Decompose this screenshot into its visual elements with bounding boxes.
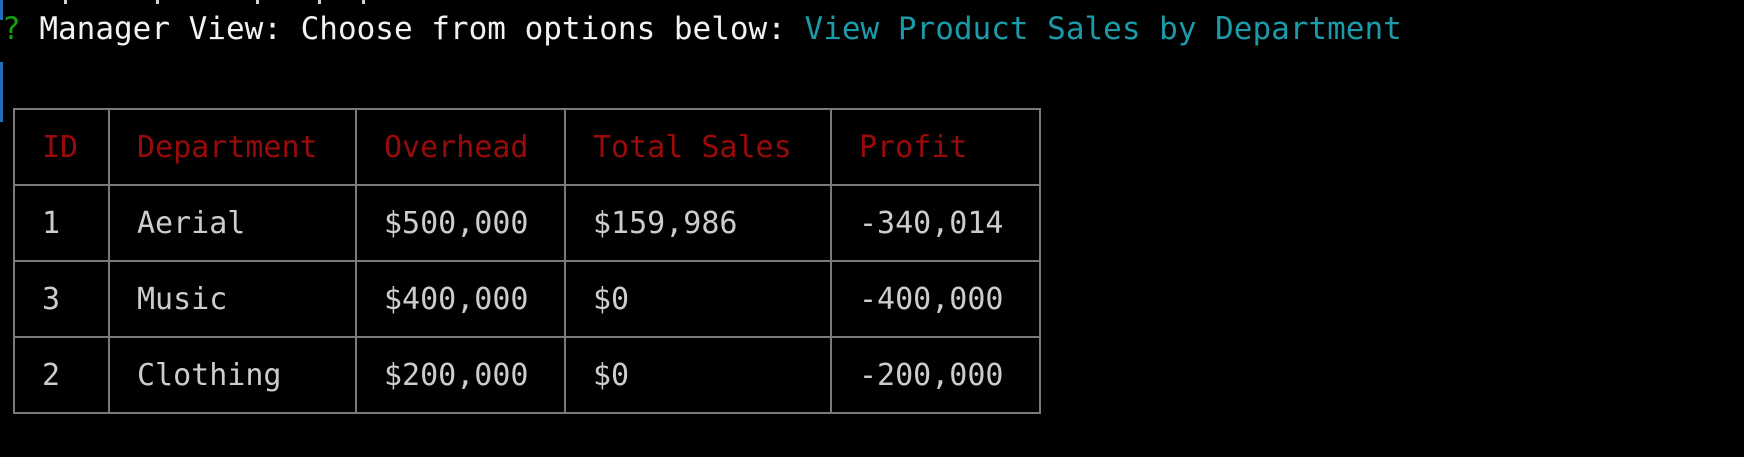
header-total-sales: Total Sales — [564, 108, 832, 186]
cell-profit: -400,000 — [830, 260, 1041, 338]
cell-department: Aerial — [108, 184, 357, 262]
prompt-question: Manager View: Choose from options below: — [20, 11, 805, 47]
cell-total-sales: $159,986 — [564, 184, 832, 262]
cell-total-sales: $0 — [564, 336, 832, 414]
table-header-row: ID Department Overhead Total Sales Profi… — [13, 108, 1041, 186]
table-row: 3 Music $400,000 $0 -400,000 — [13, 260, 1041, 338]
cell-id: 2 — [13, 336, 110, 414]
prompt-line: ? Manager View: Choose from options belo… — [2, 10, 1402, 48]
cell-id: 3 — [13, 260, 110, 338]
cell-profit: -340,014 — [830, 184, 1041, 262]
selected-option[interactable]: View Product Sales by Department — [805, 11, 1402, 47]
header-profit: Profit — [830, 108, 1041, 186]
cell-department: Music — [108, 260, 357, 338]
header-id: ID — [13, 108, 110, 186]
cell-total-sales: $0 — [564, 260, 832, 338]
cell-overhead: $500,000 — [355, 184, 566, 262]
department-sales-table: ID Department Overhead Total Sales Profi… — [13, 108, 1041, 414]
cell-department: Clothing — [108, 336, 357, 414]
cell-overhead: $400,000 — [355, 260, 566, 338]
cell-id: 1 — [13, 184, 110, 262]
previous-line-fragment — [56, 0, 376, 6]
question-mark-icon: ? — [2, 11, 21, 47]
header-department: Department — [108, 108, 357, 186]
table-row: 1 Aerial $500,000 $159,986 -340,014 — [13, 184, 1041, 262]
table-row: 2 Clothing $200,000 $0 -200,000 — [13, 336, 1041, 414]
cell-overhead: $200,000 — [355, 336, 566, 414]
cell-profit: -200,000 — [830, 336, 1041, 414]
scroll-marker — [0, 62, 3, 122]
header-overhead: Overhead — [355, 108, 566, 186]
